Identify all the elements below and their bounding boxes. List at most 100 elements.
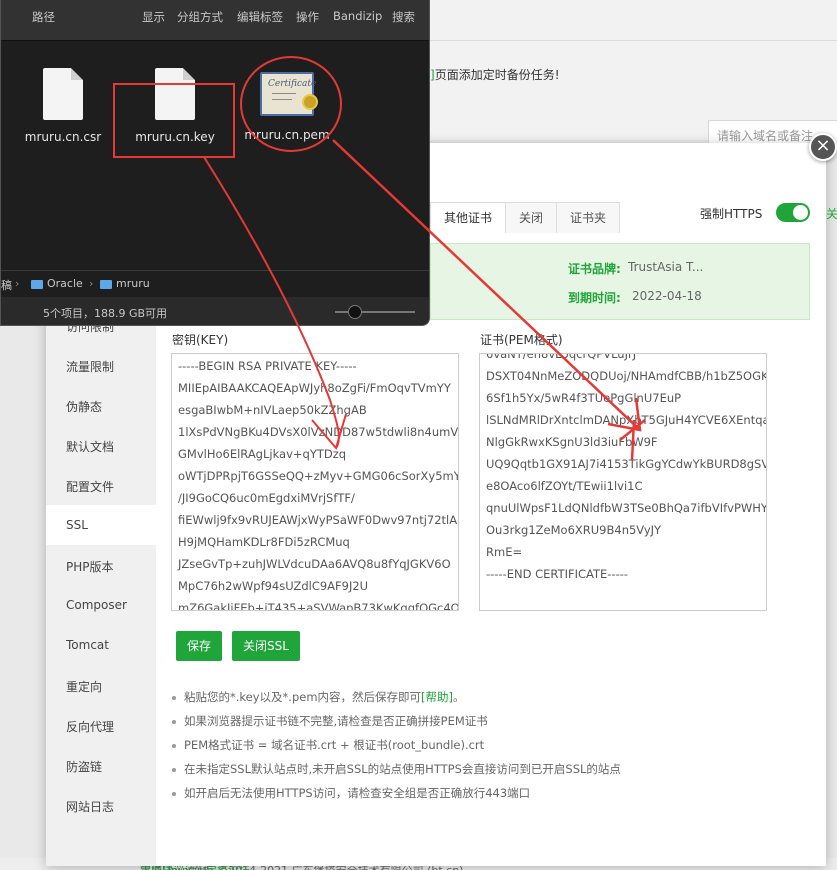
sidebar-item-redirect[interactable]: 重定向 — [66, 678, 102, 695]
file-csr[interactable]: mruru.cn.csr — [13, 68, 113, 144]
ssl-tips-list: 粘贴您的*.key以及*.pem内容，然后保存即可[帮助]。 如果浏览器提示证书… — [172, 688, 621, 808]
cert-line: DSXT04NnMeZODQDUoj/NHAmdfCBB/h1bZ5OGK — [486, 369, 767, 383]
chevron-right-icon: › — [89, 277, 94, 290]
tip-item: 如开启后无法使用HTTPS访问，请检查安全组是否正确放行443端口 — [172, 784, 621, 808]
bullet-icon — [172, 767, 176, 772]
path-segment-mruru[interactable]: mruru — [100, 277, 150, 290]
toolbar-bandizip[interactable]: Bandizip — [333, 9, 382, 23]
cert-content: 6vaNY/en8vL5qcrQPVLuJrJ DSXT04NnMeZODQDU… — [486, 353, 767, 585]
close-ssl-button[interactable]: 关闭SSL — [232, 631, 300, 661]
cert-line: NlgGkRwxKSgnU3ld3iuFbW9F — [486, 435, 658, 449]
key-line: MIIEpAIBAAKCAQEApWJyh8oZgFi/FmOqvTVmYY — [178, 381, 451, 395]
tab-other-cert[interactable]: 其他证书 — [430, 202, 507, 233]
cert-line: 6vaNY/en8vL5qcrQPVLuJrJ — [486, 353, 637, 361]
certificate-line — [272, 93, 296, 94]
tip-text: 在未指定SSL默认站点时,未开启SSL的站点使用HTTPS会直接访问到已开启SS… — [184, 762, 621, 776]
sidebar-item-traffic-limit[interactable]: 流量限制 — [66, 358, 114, 375]
path-segment-oracle[interactable]: Oracle — [31, 277, 83, 290]
key-line: GMvlHo6ElRAgLjkav+qYTDzq — [178, 447, 347, 461]
certificate-line — [272, 99, 292, 100]
status-text: 5个项目，188.9 GB可用 — [43, 307, 168, 320]
tip-item: 如果浏览器提示证书链不完整,请检查是否正确拼接PEM证书 — [172, 712, 621, 736]
chevron-right-icon: › — [15, 277, 20, 290]
path-label: Oracle — [47, 277, 83, 290]
tip-item: 粘贴您的*.key以及*.pem内容，然后保存即可[帮助]。 — [172, 688, 621, 712]
bullet-icon — [172, 791, 176, 796]
toolbar-tags[interactable]: 编辑标签 — [237, 9, 283, 25]
key-line: oWTjDPRpjT6GSSeQQ+zMyv+GMG06cSorXy5mY — [178, 469, 459, 483]
key-line: esgaBIwbM+nIVLaep50kZZhgAB — [178, 403, 367, 417]
sidebar-item-site-log[interactable]: 网站日志 — [66, 798, 114, 815]
cert-info-box: 证书品牌: TrustAsia T... 到期时间: 2022-04-18 — [430, 243, 810, 320]
toolbar-action[interactable]: 操作 — [296, 9, 319, 25]
background-notice-text: 页面添加定时备份任务! — [434, 68, 560, 82]
sidebar-active-highlight — [46, 505, 156, 545]
ssl-tabs: 其他证书 关闭 证书夹 — [430, 202, 621, 233]
sidebar-item-hotlink[interactable]: 防盗链 — [66, 758, 102, 775]
file-name: mruru.cn.csr — [24, 130, 102, 144]
cert-line: UQ9Qqtb1GX91AJ7i4153TikGgYCdwYkBURD8gSV — [486, 457, 767, 471]
toolbar-search[interactable]: 搜索 — [392, 9, 415, 25]
cert-line: e8OAco6lfZOYt/TEwii1lvi1C — [486, 479, 643, 493]
expire-value: 2022-04-18 — [632, 289, 702, 303]
file-pem[interactable]: Certificate mruru.cn.pem — [237, 72, 337, 142]
toolbar-path[interactable]: 路径 — [32, 9, 55, 25]
sidebar-item-rewrite[interactable]: 伪静态 — [66, 398, 102, 415]
path-segment[interactable]: 稿 — [1, 277, 12, 293]
sidebar-item-ssl[interactable]: SSL — [66, 518, 88, 532]
sidebar-item-tomcat[interactable]: Tomcat — [66, 638, 109, 652]
sidebar-item-config-file[interactable]: 配置文件 — [66, 478, 114, 495]
force-https-toggle[interactable] — [776, 203, 810, 222]
key-line: H9jMQHamKDLr8FDi5zRCMuq — [178, 535, 350, 549]
toolbar-view[interactable]: 显示 — [142, 9, 165, 25]
key-line: fiEWwlj9fx9vRUJEAWjxWyPSaWF0Dwv97ntj72tl… — [178, 513, 458, 527]
finder-toolbar: 路径 显示 分组方式 编辑标签 操作 Bandizip 搜索 — [1, 0, 429, 41]
key-line: -----BEGIN RSA PRIVATE KEY----- — [178, 359, 357, 373]
finder-status-bar: 5个项目，188.9 GB可用 — [1, 297, 429, 325]
tip-item: PEM格式证书 = 域名证书.crt + 根证书(root_bundle).cr… — [172, 736, 621, 760]
cert-line: Ou3rkg1ZeMo6XRU9B4n5VyJY — [486, 523, 662, 537]
cert-line: lSLNdMRlDrXntclmDANpXbT5GJuH4YCVE6XEntqa — [486, 413, 767, 427]
zoom-slider-knob[interactable] — [348, 305, 362, 319]
bullet-icon — [172, 719, 176, 724]
tip-text: 如果浏览器提示证书链不完整,请检查是否正确拼接PEM证书 — [184, 714, 488, 728]
tab-close[interactable]: 关闭 — [505, 202, 558, 233]
sidebar-item-php-version[interactable]: PHP版本 — [66, 558, 114, 575]
key-line: 1lXsPdVNgBKu4DVsX0lVzNDD87w5tdwli8n4umVB — [178, 425, 459, 439]
help-link[interactable]: [帮助] — [421, 690, 453, 704]
sidebar-item-composer[interactable]: Composer — [66, 598, 127, 612]
cert-label: 证书(PEM格式) — [480, 333, 563, 347]
document-icon — [43, 68, 83, 120]
sidebar-item-reverse-proxy[interactable]: 反向代理 — [66, 718, 114, 735]
key-content: -----BEGIN RSA PRIVATE KEY----- MIIEpAIB… — [178, 355, 459, 611]
file-name: mruru.cn.pem — [244, 128, 330, 142]
path-label: mruru — [116, 277, 150, 290]
key-line: mZ6GakJjFEb+iT435+aSVWapB73KwKqgfQGc4Q — [178, 601, 459, 611]
brand-value: TrustAsia T... — [628, 260, 704, 274]
certificate-icon: Certificate — [260, 72, 318, 116]
toggle-knob — [793, 205, 808, 220]
sidebar-item-default-doc[interactable]: 默认文档 — [66, 438, 114, 455]
cert-line: 6Sf1h5Yx/5wR4f3TUePgGlnU7EuP — [486, 391, 682, 405]
tip-text-end: 。 — [453, 690, 465, 704]
key-textarea[interactable]: -----BEGIN RSA PRIVATE KEY----- MIIEpAIB… — [171, 353, 459, 611]
toolbar-group[interactable]: 分组方式 — [177, 9, 223, 25]
file-key[interactable]: mruru.cn.key — [125, 68, 225, 144]
cert-textarea[interactable]: 6vaNY/en8vL5qcrQPVLuJrJ DSXT04NnMeZODQDU… — [479, 353, 767, 611]
tip-text: PEM格式证书 = 域名证书.crt + 根证书(root_bundle).cr… — [184, 738, 485, 752]
save-button[interactable]: 保存 — [176, 631, 222, 661]
tip-item: 在未指定SSL默认站点时,未开启SSL的站点使用HTTPS会直接访问到已开启SS… — [172, 760, 621, 784]
certificate-seal — [302, 94, 318, 110]
tip-text: 粘贴您的*.key以及*.pem内容，然后保存即可 — [184, 690, 422, 704]
key-line: /JI9GoCQ6uc0mEgdxiMVrjSfTF/ — [178, 491, 355, 505]
cert-line: RmE= — [486, 545, 523, 559]
document-icon — [155, 68, 195, 120]
close-icon[interactable]: × — [809, 133, 837, 161]
key-line: MpC76h2wWpf94sUZdlC9AF9J2U — [178, 579, 369, 593]
tab-cert-folder[interactable]: 证书夹 — [556, 202, 621, 233]
finder-window: 路径 显示 分组方式 编辑标签 操作 Bandizip 搜索 mruru.cn.… — [0, 0, 430, 326]
brand-label: 证书品牌: — [568, 262, 621, 276]
finder-path-bar: 稿 › Oracle › mruru — [1, 270, 429, 296]
zoom-slider-track[interactable] — [335, 311, 415, 313]
certificate-icon-text: Certificate — [268, 79, 317, 89]
